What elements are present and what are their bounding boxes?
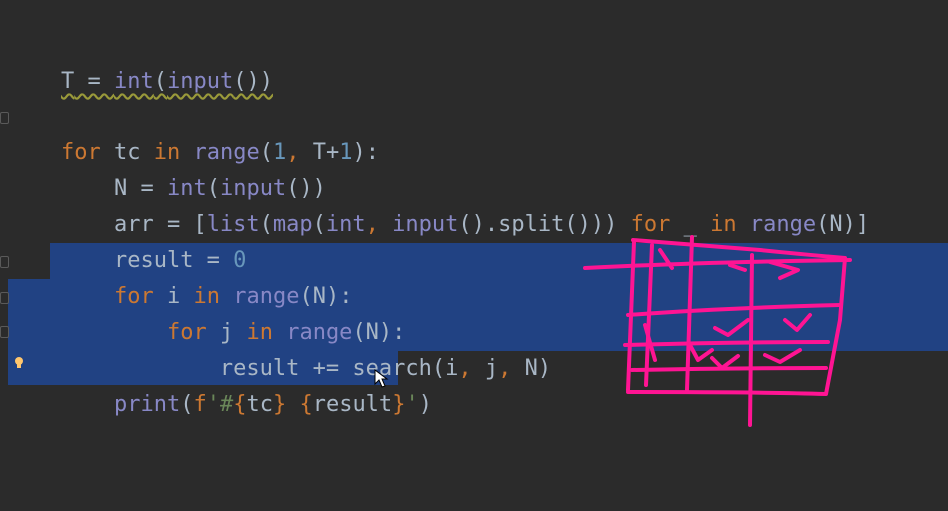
code-editor[interactable]: T = int(input()) for tc in range(1, T+1)… xyxy=(0,0,948,511)
handwritten-annotation xyxy=(583,235,852,427)
